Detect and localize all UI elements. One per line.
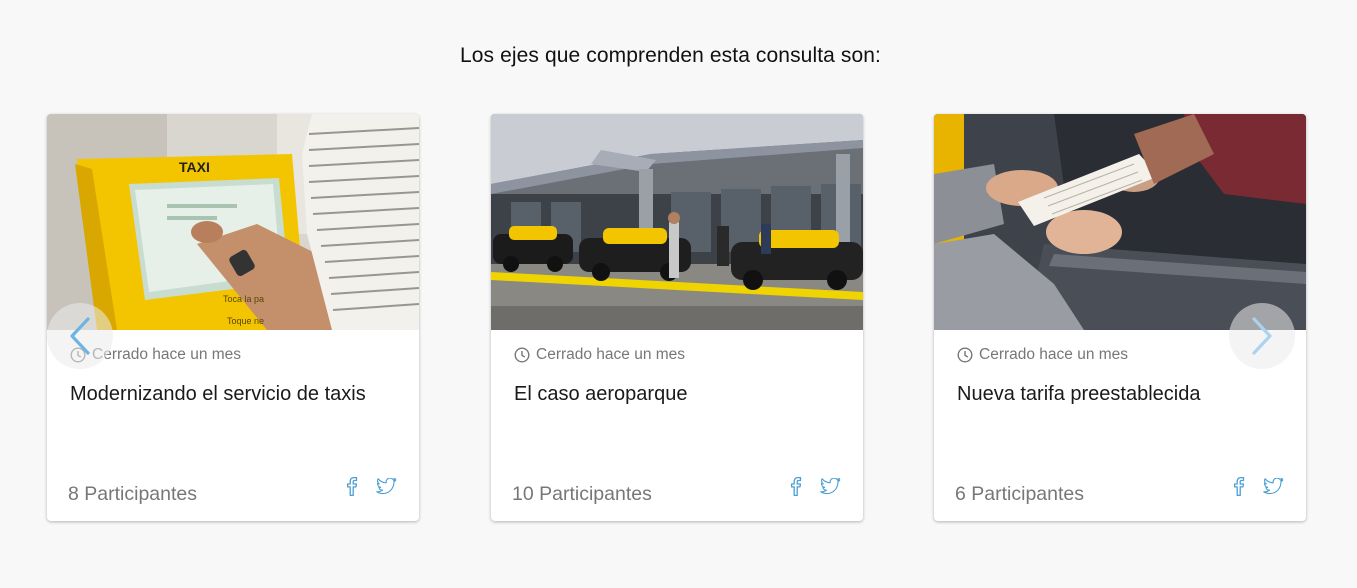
card-status-text: Cerrado hace un mes	[536, 346, 686, 363]
card-title[interactable]: Modernizando el servicio de taxis	[70, 383, 366, 406]
svg-text:TAXI: TAXI	[179, 159, 210, 175]
svg-text:Toca la pa: Toca la pa	[223, 294, 264, 304]
consultation-card-aeroparque[interactable]: Cerrado hace un mes El caso aeroparque 1…	[491, 114, 863, 521]
twitter-icon[interactable]	[376, 477, 397, 500]
participants-count: 10 Participantes	[512, 483, 652, 505]
card-status-text: Cerrado hace un mes	[979, 346, 1129, 363]
share-buttons	[1233, 476, 1284, 501]
card-title[interactable]: Nueva tarifa preestablecida	[957, 383, 1200, 406]
card-status-text: Cerrado hace un mes	[92, 346, 242, 363]
svg-text:Toque ne: Toque ne	[227, 316, 264, 326]
card-image-airport-taxis	[491, 114, 863, 330]
clock-icon	[514, 347, 530, 363]
chevron-right-icon	[1252, 317, 1272, 355]
section-title: Los ejes que comprenden esta consulta so…	[460, 44, 881, 67]
share-buttons	[346, 476, 397, 501]
facebook-icon[interactable]	[790, 476, 802, 501]
facebook-icon[interactable]	[346, 476, 358, 501]
card-status: Cerrado hace un mes	[514, 346, 685, 364]
share-buttons	[790, 476, 841, 501]
chevron-left-icon	[70, 317, 90, 355]
participants-count: 6 Participantes	[955, 483, 1084, 505]
twitter-icon[interactable]	[1263, 477, 1284, 500]
card-status: Cerrado hace un mes	[957, 346, 1128, 364]
twitter-icon[interactable]	[820, 477, 841, 500]
carousel-next-button[interactable]	[1229, 303, 1295, 369]
participants-count: 8 Participantes	[68, 483, 197, 505]
facebook-icon[interactable]	[1233, 476, 1245, 501]
card-title[interactable]: El caso aeroparque	[514, 383, 687, 406]
card-image-ticket-handover	[934, 114, 1306, 330]
card-image-taxi-kiosk: TAXI Toca la pa Toque ne	[47, 114, 419, 330]
carousel-prev-button[interactable]	[47, 303, 113, 369]
clock-icon	[957, 347, 973, 363]
